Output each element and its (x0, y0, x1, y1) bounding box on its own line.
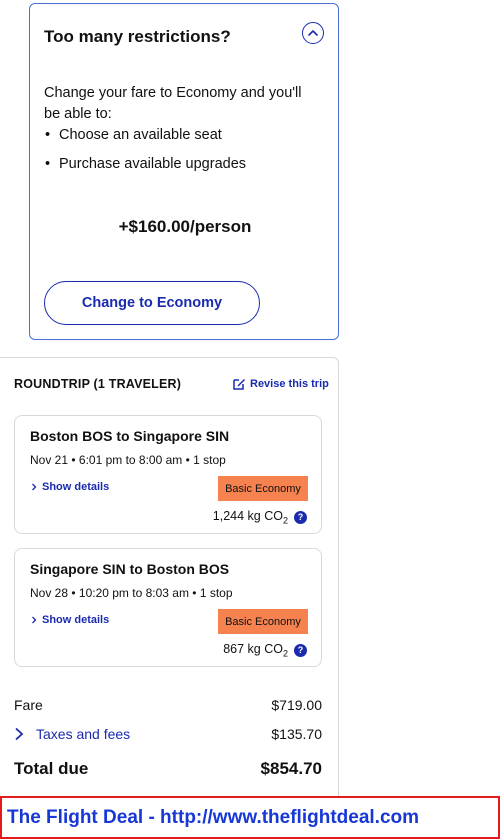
show-details-label: Show details (42, 614, 110, 626)
fare-class-badge: Basic Economy (218, 476, 308, 501)
taxes-label: Taxes and fees (36, 726, 131, 742)
co2-value: 1,244 kg CO2 (212, 509, 288, 526)
fare-class-badge: Basic Economy (218, 609, 308, 634)
fare-label: Fare (14, 697, 43, 713)
chevron-right-icon (32, 616, 37, 624)
collapse-button[interactable] (302, 22, 324, 44)
watermark-banner: The Flight Deal - http://www.theflightde… (0, 796, 500, 839)
fare-value: $719.00 (271, 697, 322, 713)
flight-times: Nov 21 • 6:01 pm to 8:00 am • 1 stop (30, 453, 226, 467)
co2-emissions: 1,244 kg CO2 ? (213, 509, 307, 526)
co2-emissions: 867 kg CO2 ? (223, 642, 307, 659)
taxes-and-fees-toggle[interactable]: Taxes and fees (14, 726, 130, 742)
help-icon[interactable]: ? (294, 643, 307, 657)
benefit-item: Choose an available seat (44, 125, 314, 146)
help-icon[interactable]: ? (294, 510, 307, 524)
benefit-item: Purchase available upgrades (44, 154, 314, 175)
revise-trip-link[interactable]: Revise this trip (232, 377, 329, 391)
upsell-body: Change your fare to Economy and you'll b… (44, 83, 314, 175)
chevron-right-icon (32, 483, 37, 491)
edit-icon (233, 379, 245, 390)
flight-segment-outbound: Boston BOS to Singapore SIN Nov 21 • 6:0… (14, 415, 322, 534)
revise-trip-label: Revise this trip (250, 378, 329, 390)
show-details-label: Show details (42, 481, 110, 493)
benefit-list: Choose an available seat Purchase availa… (44, 125, 314, 175)
upsell-price: +$160.00/person (118, 217, 252, 236)
show-details-link[interactable]: Show details (30, 481, 109, 493)
chevron-up-icon (308, 30, 318, 36)
upsell-card: Too many restrictions? Change your fare … (29, 3, 339, 340)
upsell-title: Too many restrictions? (44, 27, 231, 46)
flight-times: Nov 28 • 10:20 pm to 8:03 am • 1 stop (30, 586, 233, 600)
change-to-economy-button[interactable]: Change to Economy (44, 281, 260, 325)
flight-route: Singapore SIN to Boston BOS (30, 561, 230, 577)
trip-type-label: ROUNDTRIP (1 TRAVELER) (14, 377, 182, 391)
fare-row: Fare $719.00 (14, 697, 322, 713)
flight-route: Boston BOS to Singapore SIN (30, 428, 230, 444)
watermark-text: The Flight Deal - http://www.theflightde… (7, 806, 420, 828)
show-details-link[interactable]: Show details (30, 614, 109, 626)
taxes-value: $135.70 (271, 726, 322, 742)
co2-value: 867 kg CO2 (223, 642, 288, 659)
flight-segment-return: Singapore SIN to Boston BOS Nov 28 • 10:… (14, 548, 322, 667)
total-value: $854.70 (260, 759, 322, 778)
upsell-intro: Change your fare to Economy and you'll b… (44, 85, 302, 122)
total-row: Total due $854.70 (14, 759, 322, 779)
total-label: Total due (14, 759, 89, 778)
chevron-right-icon (15, 727, 24, 741)
taxes-row: Taxes and fees $135.70 (14, 726, 322, 742)
trip-summary-card: ROUNDTRIP (1 TRAVELER) Revise this trip … (0, 357, 339, 817)
